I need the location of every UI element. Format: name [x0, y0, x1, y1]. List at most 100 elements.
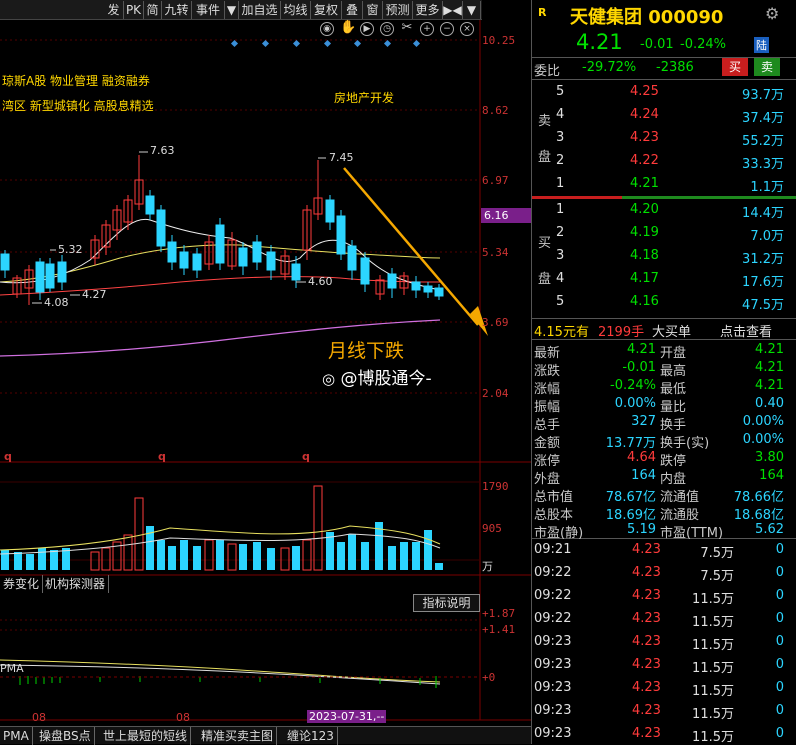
ask-price: 4.23 — [630, 130, 659, 145]
tick-time: 09:23 — [534, 634, 572, 649]
current-price-tag: 6.16 — [481, 208, 531, 223]
stat-label: 最高 — [660, 364, 687, 379]
tick-count: 0 — [775, 611, 784, 626]
tick-count: 0 — [775, 634, 784, 649]
low-annotation: 4.08 — [44, 296, 69, 309]
toolbar-add-favorite-button[interactable]: 加自选 — [239, 1, 281, 19]
weicha-value: -2386 — [656, 60, 694, 75]
stat-label: 总手 — [534, 418, 561, 433]
y-tick-label: 10.25 — [482, 34, 516, 47]
tab-shortest-line[interactable]: 世上最短的短线 — [100, 727, 192, 745]
stat-label: 换手(实) — [660, 436, 710, 451]
cursor-date-label: 2023-07-31,-- — [307, 710, 387, 723]
stat-label: 开盘 — [660, 346, 687, 361]
weibo-icon: ◎ — [322, 370, 336, 388]
indicator-tabs-bar: PMA 操盘BS点 世上最短的短线 精准买卖主图 缠论123 — [0, 726, 531, 745]
stat-label: 总市值 — [534, 490, 574, 505]
gear-icon[interactable]: ⚙ — [765, 4, 779, 23]
concept-tags-line2: 湾区 新型城镇化 高股息精选 — [2, 99, 154, 113]
stat-label: 流通值 — [660, 490, 700, 505]
webi-label: 委比 — [534, 64, 561, 79]
vol-tick-label: 905 — [482, 522, 502, 535]
buy-side-label: 盘 — [538, 272, 552, 287]
tick-price: 4.23 — [632, 680, 661, 695]
buy-button[interactable]: 买 — [722, 58, 748, 76]
tab-chanlun[interactable]: 缠论123 — [284, 727, 338, 745]
stat-value: 164 — [759, 468, 784, 483]
stat-label: 流通股 — [660, 508, 700, 523]
ask-level-number: 2 — [556, 153, 565, 168]
stat-value: -0.01 — [622, 360, 656, 375]
toolbar-jiuzhuan-button[interactable]: 九转 — [162, 1, 192, 19]
sell-pressure-bar — [532, 196, 622, 199]
low-annotation: 4.27 — [82, 288, 107, 301]
volume-bars — [0, 485, 443, 571]
tick-price: 4.23 — [632, 634, 661, 649]
tick-time: 09:23 — [534, 703, 572, 718]
stat-label: 金额 — [534, 436, 561, 451]
ask-price: 4.22 — [630, 153, 659, 168]
tab-institution-detector[interactable]: 机构探测器 — [42, 575, 110, 593]
toolbar-overlay-button[interactable]: 叠 — [342, 1, 363, 19]
stat-value: 0.40 — [755, 396, 784, 411]
toolbar-fa-button[interactable]: 发 — [104, 1, 124, 19]
toolbar-pk-button[interactable]: PK — [124, 1, 144, 19]
stat-label: 跌停 — [660, 454, 687, 469]
tick-price: 4.23 — [632, 611, 661, 626]
buy-side-label: 买 — [538, 236, 552, 251]
toolbar-menu-button[interactable]: ▼ — [463, 1, 481, 19]
stat-value: 3.80 — [755, 450, 784, 465]
stat-label: 涨幅 — [534, 382, 561, 397]
pma-label: PMA — [0, 662, 24, 675]
tick-count: 0 — [775, 542, 784, 557]
sell-button[interactable]: 卖 — [754, 58, 780, 76]
toolbar-collapse-button[interactable]: ▶◀ — [443, 1, 463, 19]
tick-time: 09:22 — [534, 611, 572, 626]
y-tick-label: 3.69 — [482, 316, 509, 329]
bid-price: 4.19 — [630, 225, 659, 240]
tick-time: 09:21 — [534, 542, 572, 557]
date-label: 08 — [32, 711, 46, 724]
tick-count: 0 — [775, 565, 784, 580]
tick-time: 09:23 — [534, 680, 572, 695]
stat-value: 78.67亿 — [605, 490, 656, 505]
stat-value: 78.66亿 — [733, 490, 784, 505]
tab-precise-main[interactable]: 精准买卖主图 — [198, 727, 278, 745]
q-marker: q — [302, 450, 310, 463]
date-label: 08 — [176, 711, 190, 724]
tab-pma[interactable]: PMA — [0, 727, 33, 745]
ask-level-number: 1 — [556, 176, 565, 191]
toolbar-event-button[interactable]: 事件 — [192, 1, 225, 19]
high-annotation: 7.45 — [329, 151, 354, 164]
trend-annotation: 月线下跌 — [328, 340, 405, 362]
stat-label: 涨跌 — [534, 364, 561, 379]
toolbar-jian-button[interactable]: 简 — [144, 1, 162, 19]
stat-label: 总股本 — [534, 508, 574, 523]
ask-level-number: 5 — [556, 84, 565, 99]
big-order-link[interactable]: 点击查看 — [720, 321, 772, 340]
stat-value: 18.69亿 — [605, 508, 656, 523]
indicator-explain-button[interactable]: 指标说明 — [413, 594, 480, 612]
tick-price: 4.23 — [632, 657, 661, 672]
stat-value: 5.19 — [627, 522, 656, 537]
toolbar-more-button[interactable]: 更多 — [413, 1, 443, 19]
toolbar-ma-button[interactable]: 均线 — [281, 1, 311, 19]
stat-value: 164 — [631, 468, 656, 483]
big-order-label: 大买单 — [652, 325, 692, 340]
toolbar-window-button[interactable]: 窗 — [363, 1, 383, 19]
toolbar-dropdown-button[interactable]: ▼ — [225, 1, 239, 19]
tick-volume: 11.5万 — [692, 615, 734, 630]
stat-value: -0.24% — [610, 378, 656, 393]
tick-time: 09:22 — [534, 565, 572, 580]
toolbar-predict-button[interactable]: 预测 — [383, 1, 413, 19]
watermark: ◎ @博股通今- — [322, 369, 432, 389]
toolbar-adjust-button[interactable]: 复权 — [311, 1, 342, 19]
stock-name-code: 天健集团 000090 — [570, 7, 724, 28]
tab-caopan-bs[interactable]: 操盘BS点 — [36, 727, 95, 745]
tick-volume: 7.5万 — [700, 569, 734, 584]
tab-quan-change[interactable]: 券变化 — [0, 575, 44, 593]
bid-price: 4.16 — [630, 294, 659, 309]
ind-tick-label: +0 — [482, 671, 496, 684]
chart-toolbar: 发 PK 简 九转 事件 ▼ 加自选 均线 复权 叠 窗 预测 更多 ▶◀ ▼ — [0, 0, 482, 20]
stat-value: 4.21 — [627, 342, 656, 357]
